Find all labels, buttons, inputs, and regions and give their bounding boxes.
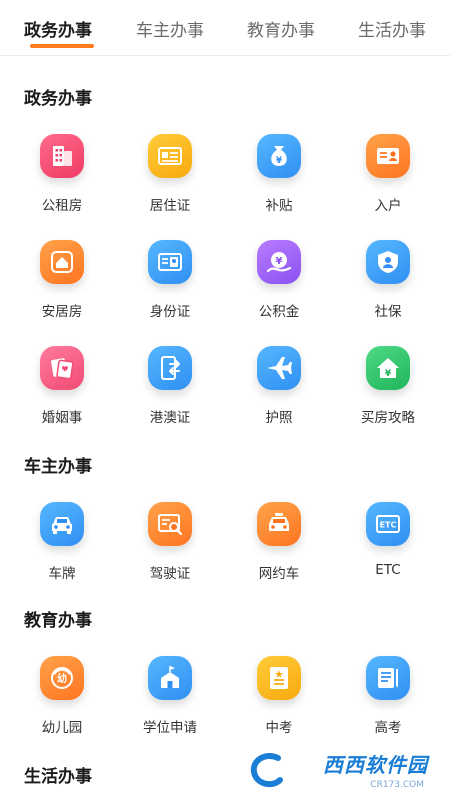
marriage-certificate-icon [40,346,84,390]
license-search-icon [148,502,192,546]
airplane-icon [257,346,301,390]
service-label: 中考 [265,720,293,736]
service-label: 驾驶证 [149,566,191,582]
service-marriage[interactable]: 婚姻事 [14,346,110,432]
service-etc[interactable]: ETC ETC [340,502,436,588]
exam-book-icon [257,656,301,700]
tab-gov[interactable]: 政务办事 [24,16,92,41]
building-icon [40,134,84,178]
service-id-card[interactable]: 身份证 [122,240,218,326]
service-kindergarten[interactable]: 幼 幼儿园 [14,656,110,742]
service-ride-hailing[interactable]: 网约车 [231,502,327,588]
service-label: 社保 [374,304,402,320]
section-title-life: 生活办事 [24,767,92,787]
service-household[interactable]: 入户 [340,134,436,220]
service-passport[interactable]: 护照 [231,346,327,432]
tab-life[interactable]: 生活办事 [358,16,426,41]
top-tab-bar: 政务办事 车主办事 教育办事 生活办事 [0,0,450,56]
section-title-gov: 政务办事 [24,89,92,109]
service-label: 身份证 [149,304,191,320]
service-label: ETC [375,562,401,578]
household-card-icon [366,134,410,178]
taxi-icon [257,502,301,546]
service-label: 公积金 [258,304,300,320]
service-label: 学位申请 [143,720,197,736]
tab-edu[interactable]: 教育办事 [247,16,315,41]
service-label: 幼儿园 [41,720,83,736]
id-card-icon [148,134,192,178]
service-label: 网约车 [258,566,300,582]
service-label: 婚姻事 [41,410,83,426]
service-housing-fund[interactable]: ¥ 公积金 [231,240,327,326]
service-label: 护照 [265,410,293,426]
service-residence-permit[interactable]: 居住证 [122,134,218,220]
service-subsidy[interactable]: ¥ 补贴 [231,134,327,220]
service-house-buying-guide[interactable]: ¥ 买房攻略 [340,346,436,432]
identity-card-icon [148,240,192,284]
svg-text:ETC: ETC [380,521,397,530]
travel-permit-icon [148,346,192,390]
service-driving-license[interactable]: 驾驶证 [122,502,218,588]
car-icon [40,502,84,546]
service-label: 车牌 [48,566,76,582]
etc-icon: ETC [366,502,410,546]
watermark-subtext: CR173.COM [370,780,424,790]
kindergarten-icon: 幼 [40,656,84,700]
section-title-edu: 教育办事 [24,611,92,631]
active-tab-indicator [30,44,94,48]
service-degree-application[interactable]: 学位申请 [122,656,218,742]
section-title-car: 车主办事 [24,457,92,477]
svg-text:¥: ¥ [385,369,392,379]
exam-paper-icon [366,656,410,700]
service-college-exam[interactable]: 高考 [340,656,436,742]
money-bag-icon: ¥ [257,134,301,178]
watermark-text: 西西软件园 [323,753,428,777]
shield-person-icon [366,240,410,284]
service-hk-macau-permit[interactable]: 港澳证 [122,346,218,432]
school-icon [148,656,192,700]
service-label: 安居房 [41,304,83,320]
service-high-school-exam[interactable]: 中考 [231,656,327,742]
svg-text:¥: ¥ [276,256,283,267]
service-label: 买房攻略 [361,410,415,426]
house-price-icon: ¥ [366,346,410,390]
fund-coin-icon: ¥ [257,240,301,284]
service-label: 补贴 [265,198,293,214]
service-social-security[interactable]: 社保 [340,240,436,326]
service-label: 港澳证 [149,410,191,426]
service-license-plate[interactable]: 车牌 [14,502,110,588]
service-affordable-housing[interactable]: 安居房 [14,240,110,326]
svg-text:¥: ¥ [276,156,283,166]
service-public-rental[interactable]: 公租房 [14,134,110,220]
svg-text:幼: 幼 [57,672,67,685]
tab-car[interactable]: 车主办事 [136,16,204,41]
service-label: 入户 [374,198,402,214]
house-icon [40,240,84,284]
service-label: 居住证 [149,198,191,214]
service-label: 公租房 [41,198,83,214]
service-label: 高考 [374,720,402,736]
